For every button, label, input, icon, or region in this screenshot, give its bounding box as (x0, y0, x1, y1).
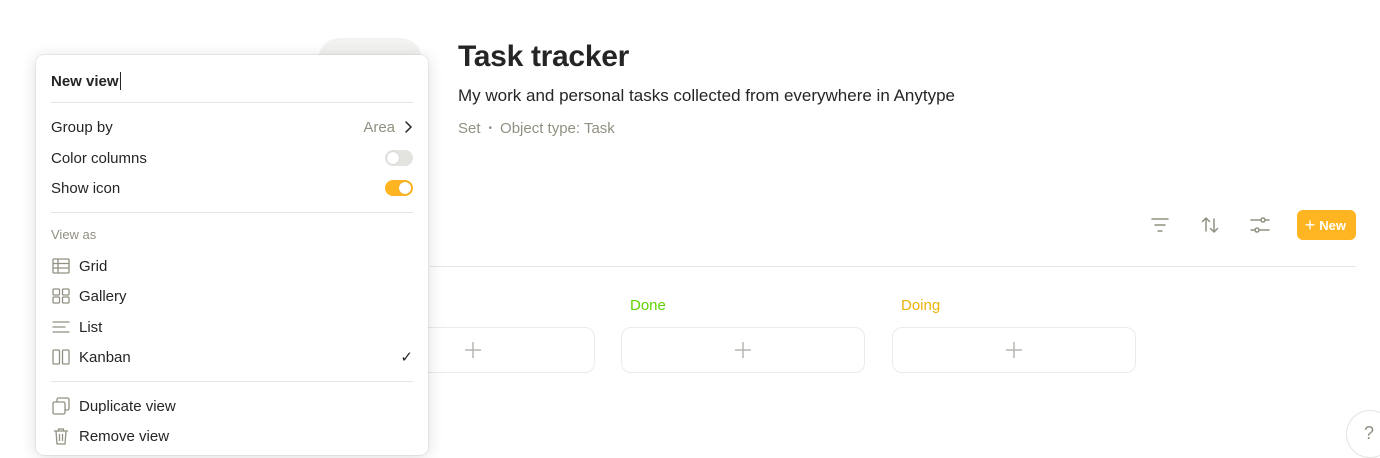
color-columns-row: Color columns (51, 145, 413, 171)
kanban-add-card-button-doing[interactable] (892, 327, 1136, 373)
page-title[interactable]: Task tracker (458, 40, 629, 74)
toggle-knob (387, 152, 399, 164)
filter-button[interactable] (1143, 210, 1177, 240)
kanban-column-title-done[interactable]: Done (630, 297, 666, 314)
remove-view-item[interactable]: Remove view (51, 423, 413, 449)
toolbar-divider (430, 266, 1356, 267)
sort-button[interactable] (1193, 210, 1227, 240)
page-meta: Set • Object type: Task (458, 120, 615, 137)
duplicate-view-item[interactable]: Duplicate view (51, 393, 413, 419)
menu-divider (51, 102, 413, 103)
chevron-right-icon (405, 121, 412, 133)
view-name-input[interactable]: New view (51, 72, 121, 90)
view-option-label: List (79, 318, 103, 336)
view-option-list[interactable]: List (51, 314, 413, 340)
kanban-add-card-button-done[interactable] (621, 327, 865, 373)
sort-icon (1201, 217, 1218, 233)
show-icon-label: Show icon (51, 179, 121, 197)
check-icon: ✓ (400, 349, 413, 366)
view-option-label: Gallery (79, 287, 127, 305)
plus-icon (735, 342, 751, 358)
color-columns-label: Color columns (51, 149, 147, 167)
settings-sliders-icon (1250, 217, 1270, 233)
color-columns-toggle[interactable] (385, 150, 413, 166)
text-cursor (119, 72, 121, 90)
view-option-kanban[interactable]: Kanban ✓ (51, 344, 413, 370)
duplicate-view-label: Duplicate view (79, 397, 176, 415)
meta-separator: • (488, 123, 493, 134)
trash-icon (54, 428, 68, 445)
plus-icon (1006, 342, 1022, 358)
view-option-label: Grid (79, 257, 108, 275)
kanban-icon (52, 349, 70, 365)
meta-object-type[interactable]: Object type: Task (500, 120, 615, 137)
view-settings-menu: New view Group by Area Color columns Sho… (36, 55, 428, 455)
grid-icon (52, 258, 70, 274)
view-option-gallery[interactable]: Gallery (51, 283, 413, 309)
filter-icon (1151, 218, 1169, 232)
group-by-row[interactable]: Group by Area (51, 114, 413, 140)
show-icon-row: Show icon (51, 175, 413, 201)
kanban-column-title-doing[interactable]: Doing (901, 297, 940, 314)
toggle-knob (399, 182, 411, 194)
duplicate-icon (52, 397, 70, 415)
view-settings-button[interactable] (1243, 210, 1277, 240)
menu-divider (51, 381, 413, 382)
remove-view-label: Remove view (79, 427, 170, 445)
show-icon-toggle[interactable] (385, 180, 413, 196)
help-button[interactable]: ? (1346, 410, 1380, 458)
page-description[interactable]: My work and personal tasks collected fro… (458, 86, 955, 106)
gallery-icon (52, 288, 70, 304)
view-name-text: New view (51, 72, 119, 90)
view-toolbar: + New (1127, 210, 1356, 240)
new-button-label: New (1319, 217, 1346, 233)
view-option-label: Kanban (79, 348, 131, 366)
list-icon (52, 321, 70, 333)
group-by-label: Group by (51, 118, 113, 136)
new-object-button[interactable]: + New (1296, 210, 1356, 240)
plus-icon: + (1304, 215, 1316, 235)
view-option-grid[interactable]: Grid (51, 253, 413, 279)
view-as-label: View as (51, 227, 97, 242)
group-by-value: Area (363, 118, 395, 136)
plus-icon (465, 342, 481, 358)
menu-divider (51, 212, 413, 213)
meta-type: Set (458, 120, 481, 137)
